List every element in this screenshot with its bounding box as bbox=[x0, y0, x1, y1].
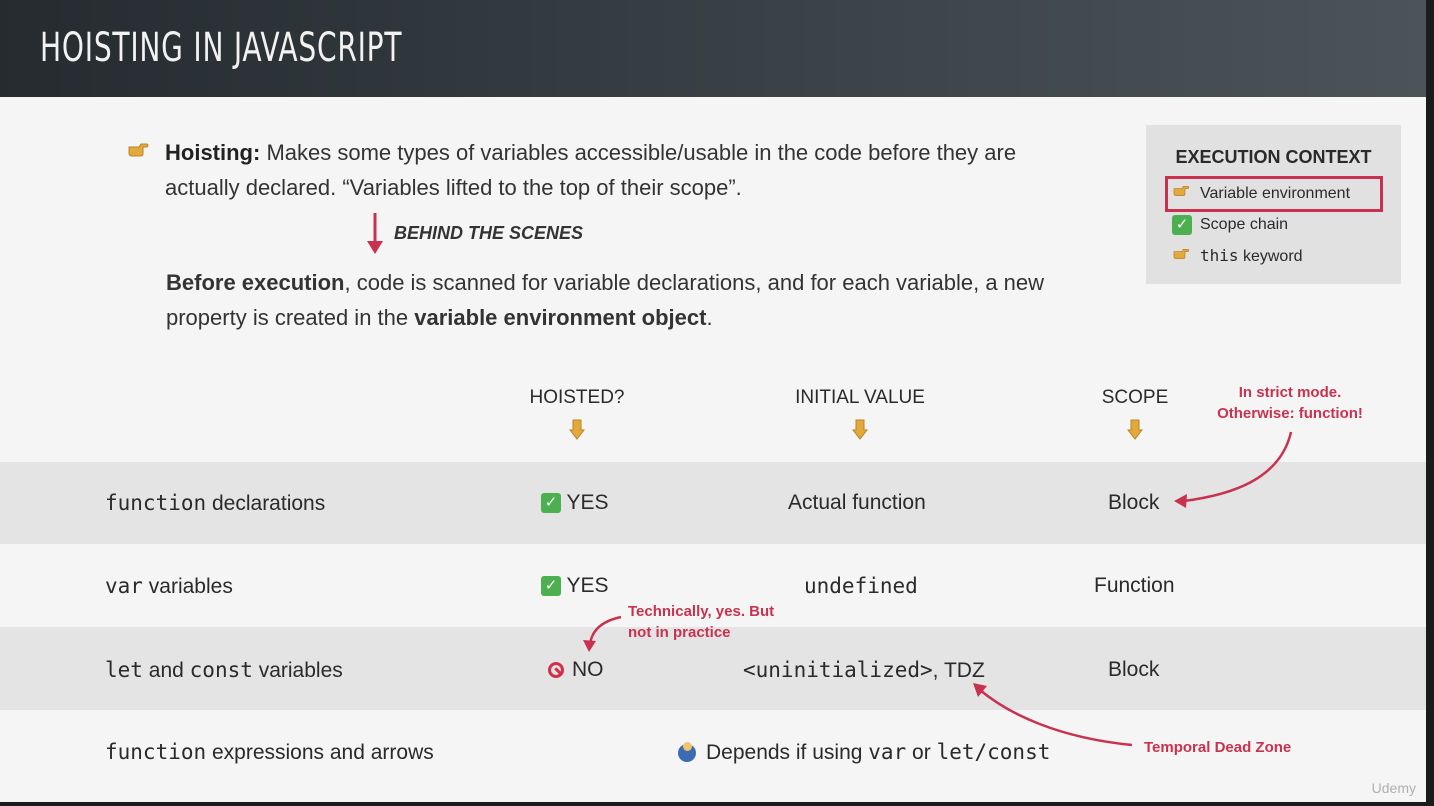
arrow-tdz bbox=[979, 689, 1133, 747]
arrow-strict bbox=[1183, 431, 1293, 503]
annotation-arrows bbox=[583, 431, 1293, 747]
arrow-strict-head bbox=[1174, 494, 1187, 508]
udemy-watermark: Udemy bbox=[1371, 780, 1416, 796]
arrow-technically-head bbox=[583, 640, 596, 652]
arrow-technically bbox=[588, 615, 622, 645]
